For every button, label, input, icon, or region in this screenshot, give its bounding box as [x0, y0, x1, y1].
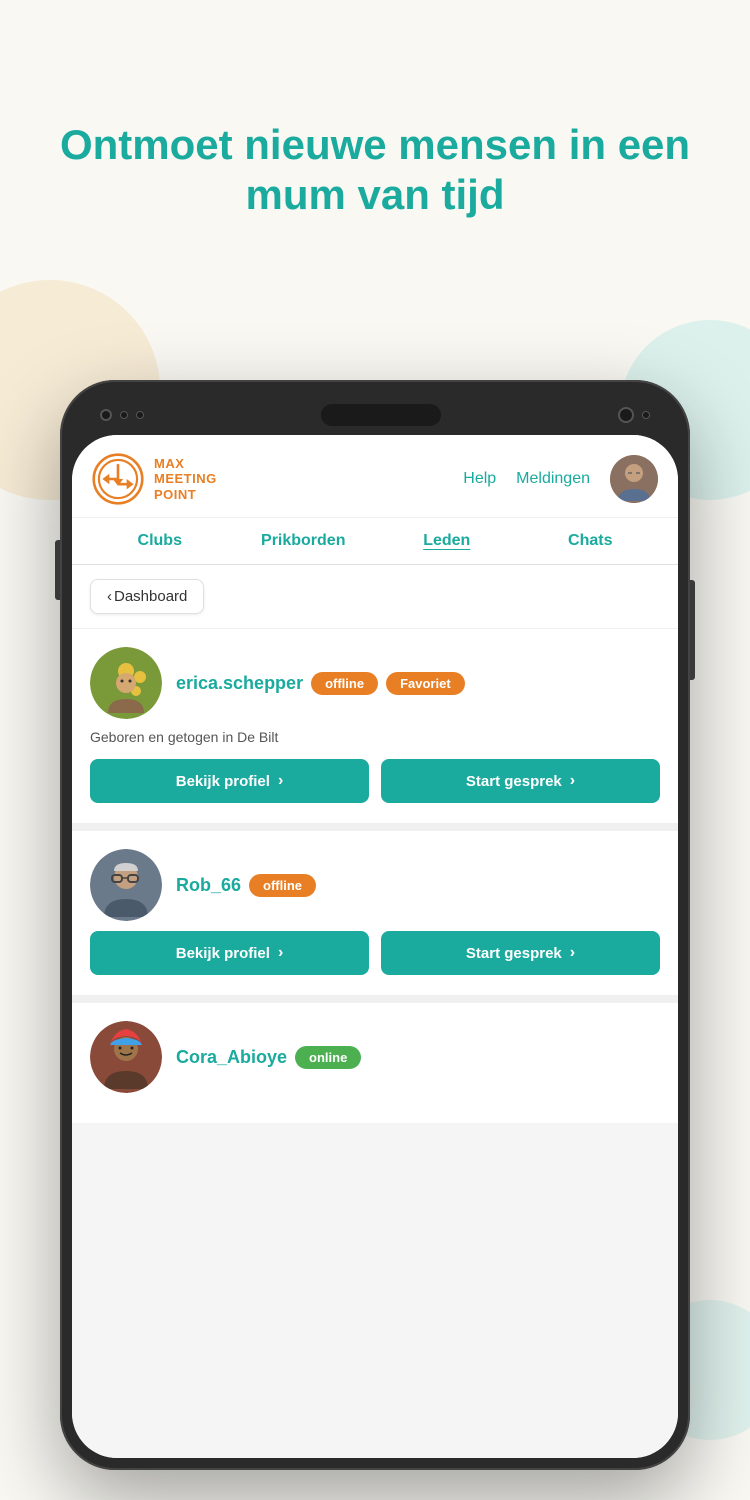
- status-badge-rob: offline: [249, 874, 316, 897]
- phone-speaker: [321, 404, 441, 426]
- phone-side-btn-right: [690, 580, 695, 680]
- phone-side-btn-left: [55, 540, 60, 600]
- start-gesprek-button-erica[interactable]: Start gesprek ›: [381, 759, 660, 803]
- member-name-cora: Cora_Abioye: [176, 1047, 287, 1068]
- member-avatar-cora: [90, 1021, 162, 1093]
- breadcrumb-bar: ‹ Dashboard: [72, 565, 678, 629]
- tab-leden[interactable]: Leden: [375, 518, 519, 564]
- start-gesprek-button-rob[interactable]: Start gesprek ›: [381, 931, 660, 975]
- header-nav: Help Meldingen: [463, 455, 658, 503]
- member-info-cora: Cora_Abioye online: [176, 1046, 361, 1069]
- start-gesprek-label-rob: Start gesprek: [466, 945, 562, 962]
- user-avatar-placeholder: [610, 455, 658, 503]
- tab-clubs[interactable]: Clubs: [88, 518, 232, 564]
- content-area[interactable]: erica.schepper offline Favoriet Geboren …: [72, 629, 678, 1458]
- favoriet-badge-erica: Favoriet: [386, 672, 465, 695]
- phone-camera-left: [100, 409, 112, 421]
- status-badge-cora: online: [295, 1046, 361, 1069]
- bekijk-profiel-button-erica[interactable]: Bekijk profiel ›: [90, 759, 369, 803]
- member-desc-erica: Geboren en getogen in De Bilt: [90, 729, 660, 745]
- member-avatar-erica: [90, 647, 162, 719]
- hero-title: Ontmoet nieuwe mensen in een mum van tij…: [0, 120, 750, 221]
- chevron-right-icon-4: ›: [570, 944, 575, 962]
- member-actions-rob: Bekijk profiel › Start gesprek ›: [90, 931, 660, 975]
- logo-icon: [92, 453, 144, 505]
- member-info-erica: erica.schepper offline Favoriet: [176, 672, 465, 695]
- user-avatar[interactable]: [610, 455, 658, 503]
- phone-dot-1: [120, 411, 128, 419]
- chevron-right-icon-3: ›: [278, 944, 283, 962]
- member-name-erica: erica.schepper: [176, 673, 303, 694]
- back-icon: ‹: [107, 588, 112, 605]
- app-header: MAX MEETING POINT Help Meldingen: [72, 435, 678, 518]
- phone-frame: MAX MEETING POINT Help Meldingen: [60, 380, 690, 1470]
- phone-screen: MAX MEETING POINT Help Meldingen: [72, 435, 678, 1458]
- bekijk-profiel-label-erica: Bekijk profiel: [176, 773, 270, 790]
- member-avatar-rob: [90, 849, 162, 921]
- bekijk-profiel-label-rob: Bekijk profiel: [176, 945, 270, 962]
- tab-prikborden[interactable]: Prikborden: [232, 518, 376, 564]
- bekijk-profiel-button-rob[interactable]: Bekijk profiel ›: [90, 931, 369, 975]
- member-name-rob: Rob_66: [176, 875, 241, 896]
- member-top-rob: Rob_66 offline: [90, 849, 660, 921]
- back-label: Dashboard: [114, 588, 187, 605]
- nav-tabs: Clubs Prikborden Leden Chats: [72, 518, 678, 565]
- member-info-rob: Rob_66 offline: [176, 874, 316, 897]
- member-top-cora: Cora_Abioye online: [90, 1021, 660, 1093]
- member-actions-erica: Bekijk profiel › Start gesprek ›: [90, 759, 660, 803]
- meldingen-link[interactable]: Meldingen: [516, 470, 590, 488]
- dashboard-back-button[interactable]: ‹ Dashboard: [90, 579, 204, 614]
- help-link[interactable]: Help: [463, 470, 496, 488]
- tab-chats[interactable]: Chats: [519, 518, 663, 564]
- phone-camera-right: [618, 407, 634, 423]
- member-card-rob: Rob_66 offline Bekijk profiel › Start ge…: [72, 831, 678, 1003]
- logo-area: MAX MEETING POINT: [92, 453, 217, 505]
- phone-dot-3: [642, 411, 650, 419]
- member-top: erica.schepper offline Favoriet: [90, 647, 660, 719]
- chevron-right-icon: ›: [278, 772, 283, 790]
- member-card-cora: Cora_Abioye online: [72, 1003, 678, 1123]
- status-badge-erica: offline: [311, 672, 378, 695]
- start-gesprek-label-erica: Start gesprek: [466, 773, 562, 790]
- chevron-right-icon-2: ›: [570, 772, 575, 790]
- member-card: erica.schepper offline Favoriet Geboren …: [72, 629, 678, 831]
- phone-dot-2: [136, 411, 144, 419]
- logo-text: MAX MEETING POINT: [154, 456, 217, 503]
